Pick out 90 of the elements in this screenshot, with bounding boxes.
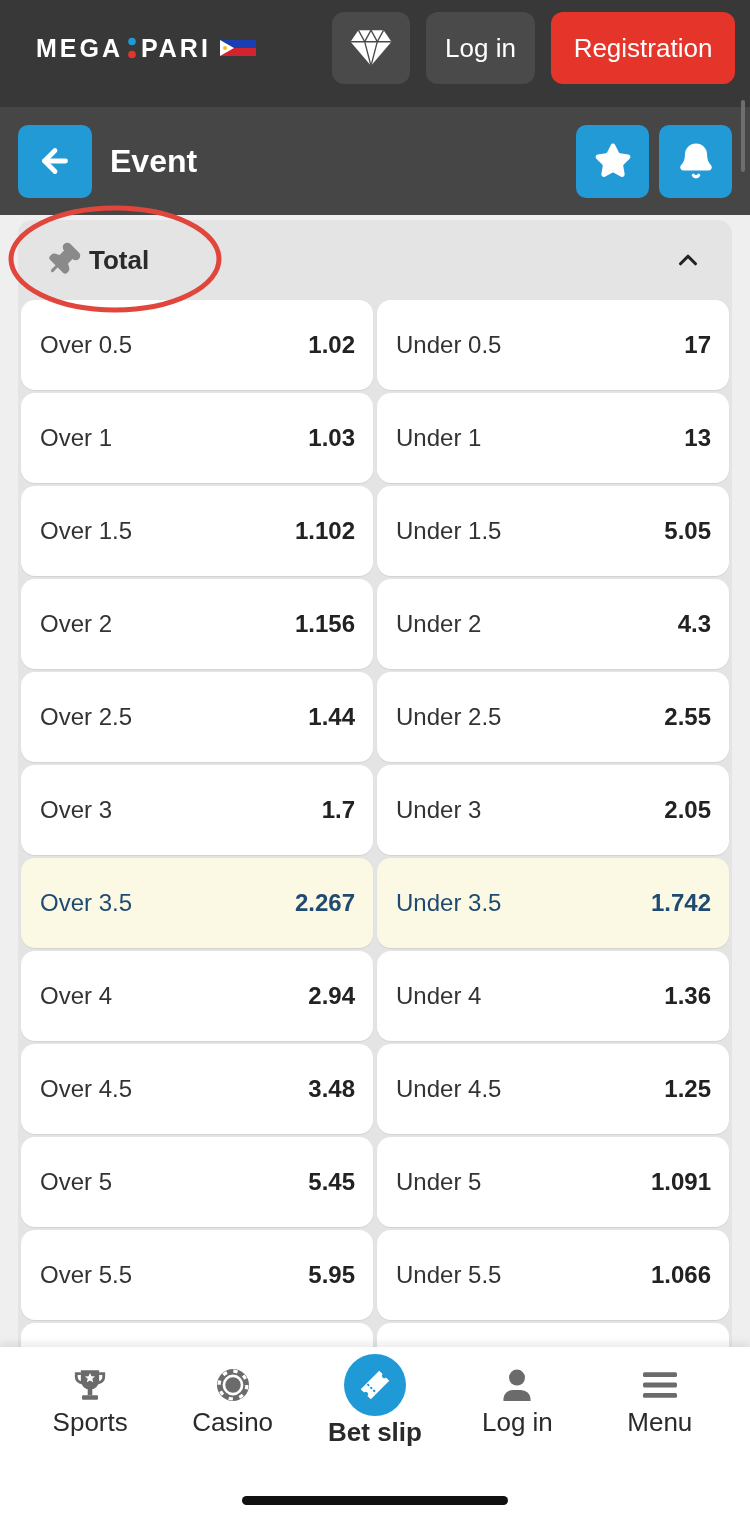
odds-button[interactable]: Over 1.5 1.102 (21, 486, 373, 576)
odds-button[interactable]: Under 5 1.091 (377, 1137, 729, 1227)
outcome-label: Under 1.5 (396, 516, 502, 546)
nav-tab[interactable]: Casino (161, 1347, 304, 1447)
odds-value: 3.48 (308, 1074, 355, 1104)
outcome-label: Under 2 (396, 609, 482, 639)
outcome-label: Over 4.5 (40, 1074, 133, 1104)
odds-button[interactable]: Under 3.5 1.742 (377, 858, 729, 948)
outcome-label: Over 1 (40, 423, 113, 453)
odds-value: 1.156 (294, 609, 355, 639)
outcome-label: Over 2.5 (40, 702, 133, 732)
outcome-label: Over 4 (40, 981, 113, 1011)
odds-button[interactable]: Over 4 2.94 (21, 951, 373, 1041)
odds-button[interactable]: Under 0.5 17 (377, 300, 729, 390)
nav-tab[interactable]: Sports (19, 1347, 162, 1447)
odds-button[interactable]: Over 5.5 5.95 (21, 1230, 373, 1320)
diamond-icon (350, 29, 392, 67)
odds-button[interactable]: Over 4.5 3.48 (21, 1044, 373, 1134)
odds-button[interactable]: Under 1 13 (377, 393, 729, 483)
odds-value: 1.03 (308, 423, 355, 453)
odds-value: 5.45 (308, 1167, 355, 1197)
diamond-button[interactable] (332, 12, 410, 84)
odds-button[interactable]: Under 5.5 1.066 (377, 1230, 729, 1320)
odds-value: 1.102 (294, 516, 355, 546)
nav-tab[interactable]: Log in (446, 1347, 589, 1447)
odds-button[interactable]: Over 1 1.03 (21, 393, 373, 483)
odds-value: 1.7 (321, 795, 355, 825)
odds-button[interactable]: Over 0.5 1.02 (21, 300, 373, 390)
odds-value: 13 (684, 423, 711, 453)
odds-button[interactable]: Under 1.5 5.05 (377, 486, 729, 576)
trophy-icon (74, 1369, 107, 1401)
odds-value: 2.05 (664, 795, 711, 825)
outcome-label: Under 0.5 (396, 330, 502, 360)
outcome-label: Over 3 (40, 795, 113, 825)
odds-value: 2.94 (308, 981, 355, 1011)
odds-value: 4.3 (677, 609, 711, 639)
outcome-label: Over 1.5 (40, 516, 133, 546)
outcome-label: Under 3.5 (396, 888, 502, 918)
star-icon (593, 142, 632, 180)
odds-value: 1.091 (650, 1167, 711, 1197)
logo-text: MEGA (36, 35, 123, 61)
odds-value: 2.55 (664, 702, 711, 732)
odds-button[interactable]: Over 3.5 2.267 (21, 858, 373, 948)
odds-button[interactable]: Under 2 4.3 (377, 579, 729, 669)
registration-button[interactable]: Registration (551, 12, 735, 84)
outcome-label: Over 2 (40, 609, 113, 639)
outcome-label: Under 3 (396, 795, 482, 825)
odds-button[interactable]: Under 3 2.05 (377, 765, 729, 855)
odds-value: 2.267 (294, 888, 355, 918)
outcome-label: Over 3.5 (40, 888, 133, 918)
flag-icon (219, 40, 256, 56)
outcome-label: Under 4 (396, 981, 482, 1011)
odds-value: 1.25 (664, 1074, 711, 1104)
outcome-label: Under 5.5 (396, 1260, 502, 1290)
favorite-button[interactable] (576, 124, 649, 198)
outcome-label: Under 5 (396, 1167, 482, 1197)
odds-button[interactable]: Under 2.5 2.55 (377, 672, 729, 762)
notification-button[interactable] (659, 124, 732, 198)
logo-dots-icon (128, 37, 136, 59)
odds-button[interactable]: Over 2.5 1.44 (21, 672, 373, 762)
nav-tab[interactable]: Bet slip (303, 1347, 447, 1447)
outcome-label: Under 2.5 (396, 702, 502, 732)
odds-button[interactable]: Over 5 5.45 (21, 1137, 373, 1227)
odds-value: 1.742 (650, 888, 711, 918)
odds-value: 1.02 (308, 330, 355, 360)
market-title: Total (89, 243, 150, 277)
odds-value: 5.95 (308, 1260, 355, 1290)
odds-value: 1.066 (650, 1260, 711, 1290)
odds-button[interactable]: Under 4.5 1.25 (377, 1044, 729, 1134)
page-title: Event (110, 142, 198, 181)
outcome-label: Over 5 (40, 1167, 113, 1197)
scrollbar (741, 100, 745, 172)
menu-icon (642, 1372, 677, 1398)
user-icon (503, 1369, 532, 1401)
outcome-label: Over 5.5 (40, 1260, 133, 1290)
logo-text: PARI (141, 35, 211, 61)
outcome-label: Under 1 (396, 423, 482, 453)
odds-button[interactable]: Over 3 1.7 (21, 765, 373, 855)
odds-value: 1.36 (664, 981, 711, 1011)
outcome-label: Under 4.5 (396, 1074, 502, 1104)
odds-button[interactable]: Over 2 1.156 (21, 579, 373, 669)
odds-value: 1.44 (308, 702, 355, 732)
outcome-label: Over 0.5 (40, 330, 133, 360)
casino-chip-icon (216, 1369, 249, 1401)
login-button[interactable]: Log in (426, 12, 535, 84)
odds-button[interactable]: Under 4 1.36 (377, 951, 729, 1041)
odds-value: 17 (684, 330, 711, 360)
nav-tab[interactable]: Menu (588, 1347, 731, 1447)
back-button[interactable] (18, 124, 92, 198)
odds-value: 5.05 (664, 516, 711, 546)
